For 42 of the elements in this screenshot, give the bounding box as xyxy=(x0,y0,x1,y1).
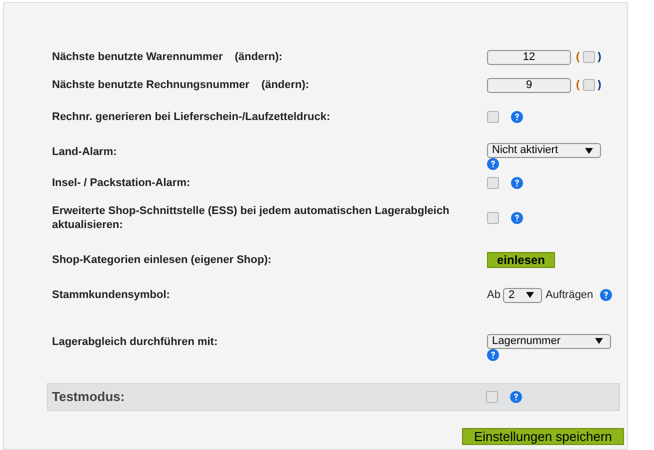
checkbox[interactable] xyxy=(487,111,499,123)
setting-label: Shop-Kategorien einlesen (eigener Shop): xyxy=(51,253,272,267)
help-icon[interactable] xyxy=(510,391,522,403)
setting-label: Nächste benutzte Warennummer (ändern): xyxy=(51,50,284,64)
bracket-text: ) xyxy=(598,50,602,65)
help-icon[interactable] xyxy=(511,111,523,123)
number-field[interactable]: 12 xyxy=(487,50,571,64)
checkbox[interactable] xyxy=(582,79,595,91)
prefix-text: Ab xyxy=(487,288,500,303)
caret-icon xyxy=(585,148,593,154)
dropdown[interactable]: Nicht aktiviert xyxy=(487,143,601,158)
help-icon[interactable] xyxy=(487,348,499,360)
caret-icon xyxy=(595,338,603,344)
bracket-text: ) xyxy=(598,78,602,93)
caret-icon xyxy=(526,292,534,298)
read-in-button[interactable]: einlesen xyxy=(487,252,555,268)
test-mode-label: Testmodus: xyxy=(51,388,126,406)
suffix-text: Aufträgen xyxy=(545,288,594,303)
dropdown-value: 2 xyxy=(508,288,515,303)
setting-label: Rechnr. generieren bei Lieferschein-/Laufzetteldruck: xyxy=(51,110,332,124)
setting-label: Erweiterte Shop-Schnittstelle (ESS) bei jedem automatischen Lagerabgleich aktualisieren: xyxy=(51,204,450,232)
checkbox[interactable] xyxy=(487,177,499,189)
setting-label: Stammkundensymbol: xyxy=(51,288,171,302)
dropdown-value: Nicht aktiviert xyxy=(492,143,558,158)
number-field[interactable]: 9 xyxy=(487,78,571,92)
setting-label: Lagerabgleich durchführen mit: xyxy=(51,335,219,349)
checkbox[interactable] xyxy=(486,391,498,403)
dropdown-value: Lagernummer xyxy=(492,334,560,349)
setting-label: Land-Alarm: xyxy=(51,144,118,158)
setting-label: Nächste benutzte Rechnungsnummer (ändern): xyxy=(51,78,310,92)
bracket-text: ( xyxy=(576,78,580,93)
checkbox[interactable] xyxy=(582,51,595,63)
help-icon[interactable] xyxy=(487,158,499,170)
help-icon[interactable] xyxy=(600,289,612,301)
help-icon[interactable] xyxy=(511,212,523,224)
checkbox[interactable] xyxy=(487,212,499,224)
save-settings-button[interactable]: Einstellungen speichern xyxy=(462,428,624,445)
dropdown[interactable]: 2 xyxy=(503,288,542,302)
bracket-text: ( xyxy=(576,50,580,65)
help-icon[interactable] xyxy=(511,177,523,189)
dropdown[interactable]: Lagernummer xyxy=(487,334,611,348)
setting-label: Insel- / Packstation-Alarm: xyxy=(51,176,192,190)
